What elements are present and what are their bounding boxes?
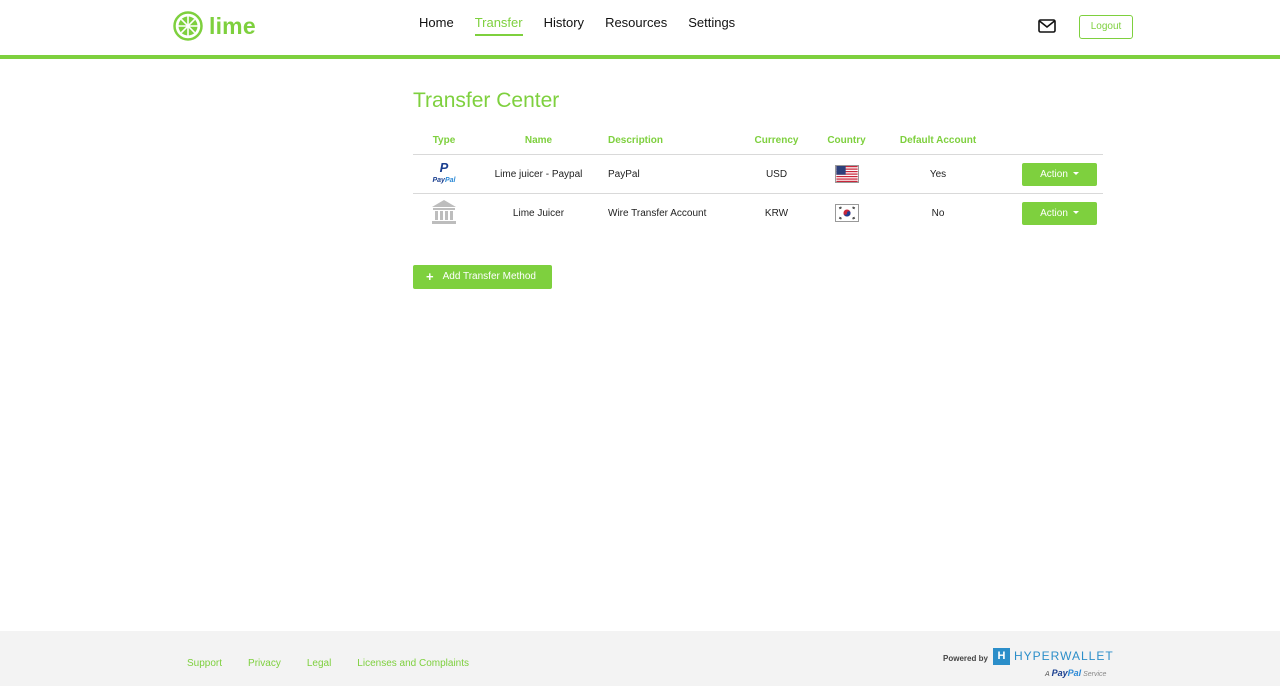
action-label: Action [1040, 168, 1068, 180]
country-cell [814, 154, 879, 194]
action-cell: Action [997, 154, 1103, 194]
add-transfer-method-label: Add Transfer Method [442, 271, 536, 282]
footer-link-legal[interactable]: Legal [307, 658, 331, 669]
transfer-methods-table: Type Name Description Currency Country D… [413, 126, 1103, 232]
column-header-description: Description [602, 126, 739, 155]
mail-icon[interactable] [1038, 18, 1056, 34]
table-row: Lime Juicer Wire Transfer Account KRW No [413, 194, 1103, 233]
type-cell: P PayPal [413, 154, 475, 194]
country-cell [814, 194, 879, 233]
column-header-default-account: Default Account [879, 126, 997, 155]
footer-link-privacy[interactable]: Privacy [248, 658, 281, 669]
svg-text:PayPal: PayPal [433, 177, 457, 184]
currency-cell: KRW [764, 207, 789, 219]
brand-logo[interactable]: lime [173, 11, 256, 41]
main-nav: Home Transfer History Resources Settings [419, 0, 756, 55]
footer-links: Support Privacy Legal Licenses and Compl… [187, 658, 495, 669]
currency-cell: USD [739, 154, 814, 194]
bank-icon [432, 199, 456, 224]
svg-text:P: P [440, 161, 449, 175]
logout-button[interactable]: Logout [1079, 15, 1133, 39]
description-cell: Wire Transfer Account [608, 207, 707, 219]
default-account-cell: No [931, 207, 945, 219]
caret-down-icon [1072, 211, 1079, 215]
page-title: Transfer Center [413, 89, 560, 112]
us-flag-icon [834, 165, 859, 183]
description-cell: PayPal [602, 154, 739, 194]
column-header-currency: Currency [739, 126, 814, 155]
hyperwallet-logo-icon: H [993, 648, 1010, 665]
lime-logo-icon [173, 11, 203, 41]
name-cell: Lime Juicer [512, 207, 565, 219]
header-divider [0, 55, 1280, 59]
nav-history[interactable]: History [544, 0, 584, 46]
add-transfer-method-button[interactable]: + Add Transfer Method [413, 265, 552, 289]
brand-name: lime [209, 12, 256, 39]
caret-down-icon [1072, 172, 1079, 176]
column-header-type: Type [413, 126, 475, 155]
nav-settings[interactable]: Settings [688, 0, 735, 46]
table-row: P PayPal Lime juicer - Paypal PayPal USD [413, 154, 1103, 194]
type-cell [413, 194, 475, 233]
column-header-action [997, 126, 1103, 155]
powered-by-hyperwallet: Powered by H HYPERWALLET A PayPal Servic… [943, 648, 1113, 678]
kr-flag-icon [834, 204, 859, 222]
nav-home[interactable]: Home [419, 0, 454, 46]
top-header: lime Home Transfer History Resources Set… [0, 0, 1280, 55]
table-header-row: Type Name Description Currency Country D… [413, 126, 1103, 155]
action-label: Action [1040, 207, 1068, 219]
footer: Support Privacy Legal Licenses and Compl… [0, 631, 1280, 686]
default-account-cell: Yes [879, 154, 997, 194]
paypal-service-label: A PayPal Service [1045, 668, 1107, 678]
column-header-name: Name [475, 126, 602, 155]
action-dropdown-button[interactable]: Action [1022, 162, 1097, 186]
footer-link-support[interactable]: Support [187, 658, 222, 669]
nav-resources[interactable]: Resources [605, 0, 667, 46]
hyperwallet-wordmark: HYPERWALLET [1014, 649, 1114, 663]
column-header-country: Country [814, 126, 879, 155]
powered-by-label: Powered by [943, 654, 988, 663]
name-cell: Lime juicer - Paypal [475, 154, 602, 194]
footer-link-licenses[interactable]: Licenses and Complaints [357, 658, 469, 669]
plus-icon: + [426, 269, 434, 284]
paypal-icon: P PayPal [433, 160, 457, 184]
action-cell: Action [997, 194, 1103, 233]
nav-transfer[interactable]: Transfer [474, 0, 523, 46]
action-dropdown-button[interactable]: Action [1022, 201, 1097, 225]
